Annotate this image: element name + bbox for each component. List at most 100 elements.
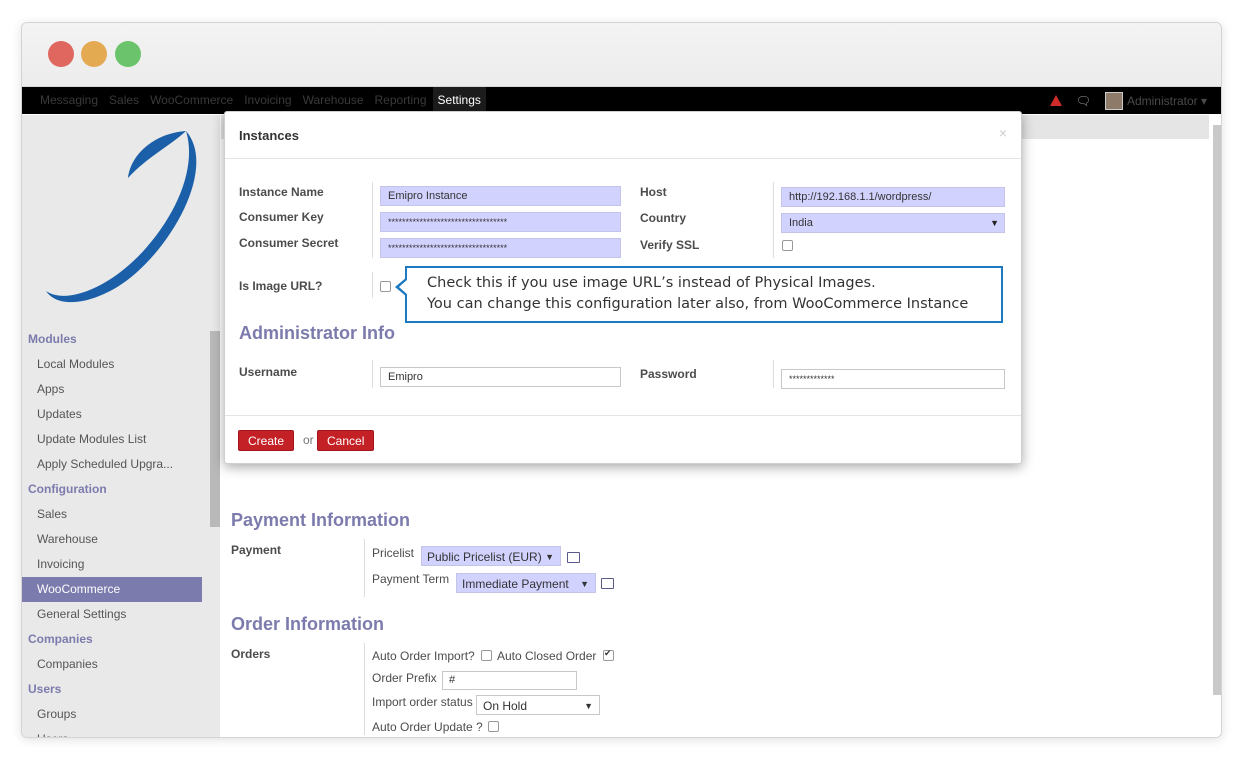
sidebar-item-woocommerce[interactable]: WooCommerce <box>22 577 202 602</box>
sidebar-item-groups[interactable]: Groups <box>22 702 210 727</box>
auto-closed-order-checkbox[interactable] <box>603 648 614 661</box>
modal-footer-divider <box>225 415 1021 416</box>
menu-invoicing[interactable]: Invoicing <box>244 87 291 114</box>
payment-section-title: Payment Information <box>231 510 411 530</box>
topnav-right: 🗨 Administrator ▾ <box>1049 87 1207 114</box>
sidebar-heading-companies: Companies <box>28 632 93 646</box>
divider <box>364 539 365 597</box>
external-link-icon[interactable] <box>601 578 614 589</box>
country-value: India <box>789 217 813 229</box>
payment-term-value: Immediate Payment <box>462 577 569 591</box>
consumer-key-label: Consumer Key <box>239 210 324 224</box>
chat-icon[interactable]: 🗨 <box>1076 94 1091 108</box>
sidebar-item-companies[interactable]: Companies <box>22 652 210 677</box>
host-label: Host <box>640 185 667 199</box>
sidebar-scrollbar[interactable] <box>210 331 220 527</box>
password-label: Password <box>640 367 697 381</box>
modal-header: Instances × <box>225 112 1021 159</box>
username-label: Username <box>239 365 298 379</box>
verify-ssl-checkbox[interactable] <box>782 240 793 251</box>
maximize-window-button[interactable] <box>115 41 141 67</box>
main-scrollbar[interactable] <box>1213 125 1221 695</box>
modal-title: Instances <box>239 128 299 143</box>
user-name: Administrator <box>1126 93 1198 108</box>
sidebar-item-apply-scheduled-upgrades[interactable]: Apply Scheduled Upgra... <box>22 452 210 477</box>
order-prefix-input[interactable]: # <box>442 671 577 690</box>
close-window-button[interactable] <box>48 41 74 67</box>
menu-settings[interactable]: Settings <box>432 87 486 114</box>
instance-name-label: Instance Name <box>239 185 324 199</box>
sidebar-item-invoicing[interactable]: Invoicing <box>22 552 210 577</box>
sidebar-heading-users: Users <box>28 682 62 696</box>
sidebar-heading-modules: Modules <box>28 332 77 346</box>
divider <box>773 360 774 388</box>
sidebar-menu: Modules Local Modules Apps Updates Updat… <box>22 327 210 737</box>
image-url-checkbox[interactable] <box>380 281 391 292</box>
username-input[interactable]: Emipro <box>380 367 621 387</box>
cancel-button[interactable]: Cancel <box>317 430 375 451</box>
password-input[interactable]: ************* <box>781 369 1005 389</box>
warning-icon[interactable] <box>1049 95 1062 106</box>
country-label: Country <box>640 211 686 225</box>
instance-name-input[interactable]: Emipro Instance <box>380 186 621 206</box>
divider <box>773 182 774 258</box>
close-icon[interactable]: × <box>999 125 1007 141</box>
host-input[interactable]: http://192.168.1.1/wordpress/ <box>781 187 1005 207</box>
sidebar-item-local-modules[interactable]: Local Modules <box>22 352 210 377</box>
top-navigation: Messaging Sales WooCommerce Invoicing Wa… <box>22 87 1221 114</box>
chevron-down-icon: ▼ <box>545 552 554 562</box>
auto-order-import-checkbox[interactable] <box>481 650 492 661</box>
sidebar: Modules Local Modules Apps Updates Updat… <box>22 115 220 737</box>
consumer-key-input[interactable]: ********************************** <box>380 212 621 232</box>
payment-term-select[interactable]: Immediate Payment ▼ <box>456 573 596 593</box>
divider <box>372 360 373 388</box>
import-status-label: Import order status <box>372 695 473 709</box>
pricelist-select[interactable]: Public Pricelist (EUR) ▼ <box>421 546 561 566</box>
consumer-secret-label: Consumer Secret <box>239 236 339 250</box>
minimize-window-button[interactable] <box>81 41 107 67</box>
menu-messaging[interactable]: Messaging <box>40 87 98 114</box>
menu-warehouse[interactable]: Warehouse <box>303 87 364 114</box>
user-menu[interactable]: Administrator ▾ <box>1127 94 1207 108</box>
callout-line-2: You can change this configuration later … <box>427 296 969 312</box>
pricelist-label: Pricelist <box>372 546 415 560</box>
sidebar-item-users[interactable]: Users <box>22 727 210 737</box>
payment-term-label: Payment Term <box>372 572 450 586</box>
divider <box>364 643 365 735</box>
payment-label: Payment <box>231 543 282 557</box>
order-section-title: Order Information <box>231 614 385 634</box>
sidebar-item-apps[interactable]: Apps <box>22 377 210 402</box>
sidebar-item-updates[interactable]: Updates <box>22 402 210 427</box>
auto-order-update-checkbox[interactable] <box>488 721 499 732</box>
country-select[interactable]: India ▼ <box>781 213 1005 233</box>
or-label: or <box>303 433 314 447</box>
menu-sales[interactable]: Sales <box>109 87 139 114</box>
create-button[interactable]: Create <box>238 430 295 451</box>
callout-arrow-inner <box>399 279 408 295</box>
sidebar-item-warehouse[interactable]: Warehouse <box>22 527 210 552</box>
import-status-select[interactable]: On Hold ▼ <box>476 695 600 715</box>
divider <box>372 272 373 298</box>
chevron-down-icon: ▾ <box>1200 93 1207 108</box>
external-link-icon[interactable] <box>567 552 580 563</box>
order-prefix-label: Order Prefix <box>372 671 437 685</box>
avatar[interactable] <box>1104 91 1123 110</box>
sidebar-item-update-modules-list[interactable]: Update Modules List <box>22 427 210 452</box>
chevron-down-icon: ▼ <box>990 218 999 228</box>
chevron-down-icon: ▼ <box>580 579 589 589</box>
auto-order-update-label: Auto Order Update ? <box>372 720 483 734</box>
callout-line-1: Check this if you use image URL’s instea… <box>427 275 876 291</box>
verify-ssl-label: Verify SSL <box>640 238 700 252</box>
sidebar-item-sales[interactable]: Sales <box>22 502 210 527</box>
auto-closed-order-label: Auto Closed Order <box>497 649 597 663</box>
sidebar-item-general-settings[interactable]: General Settings <box>22 602 210 627</box>
menu-reporting[interactable]: Reporting <box>375 87 427 114</box>
sidebar-heading-configuration: Configuration <box>28 482 107 496</box>
chevron-down-icon: ▼ <box>584 701 593 711</box>
auto-order-import-label: Auto Order Import? <box>372 649 475 663</box>
consumer-secret-input[interactable]: ********************************** <box>380 238 621 258</box>
menu-woocommerce[interactable]: WooCommerce <box>150 87 233 114</box>
administrator-info-heading: Administrator Info <box>239 323 395 343</box>
main-menu: Messaging Sales WooCommerce Invoicing Wa… <box>40 87 497 114</box>
pricelist-value: Public Pricelist (EUR) <box>427 550 542 564</box>
